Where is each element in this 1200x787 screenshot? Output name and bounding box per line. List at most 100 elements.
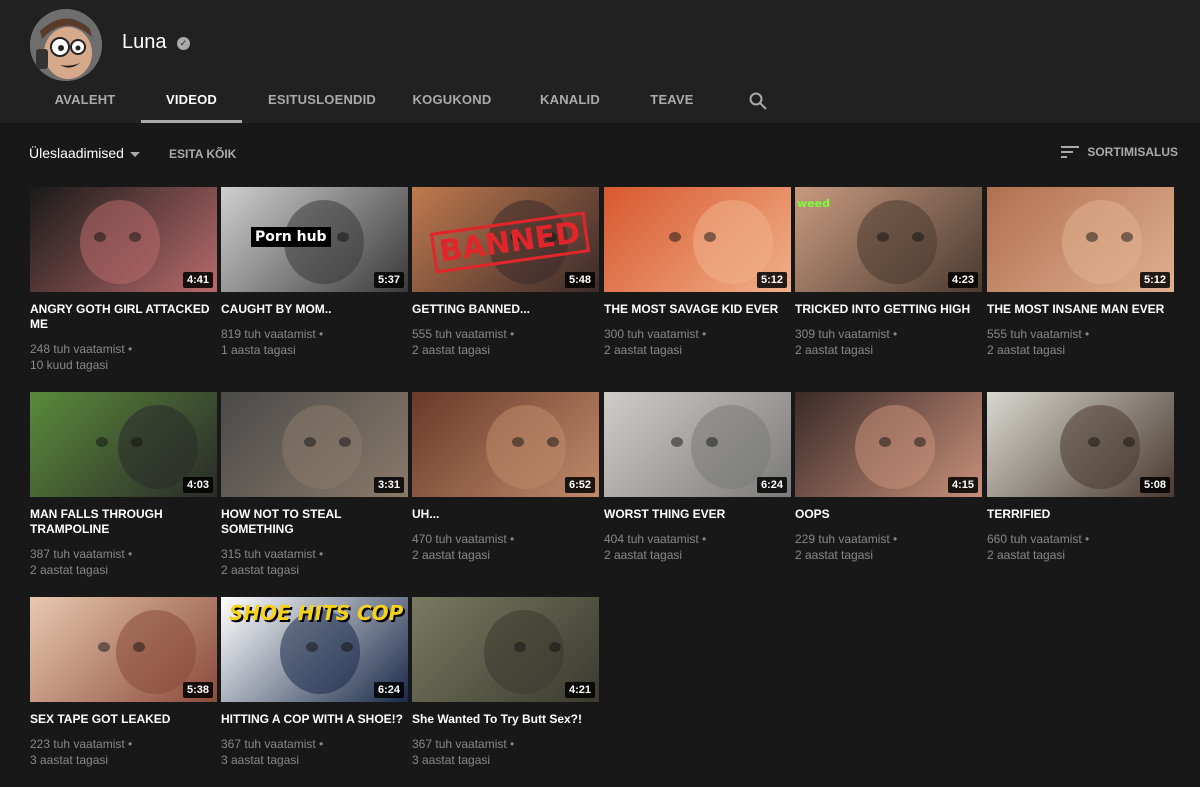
video-views: 367 tuh vaatamist •: [221, 737, 324, 751]
video-title[interactable]: UH...: [412, 507, 599, 522]
video-age: 2 aastat tagasi: [987, 548, 1066, 562]
video-duration: 5:12: [1139, 272, 1170, 288]
video-thumbnail[interactable]: 5:38: [30, 597, 217, 702]
video-title[interactable]: OOPS: [795, 507, 982, 522]
channel-avatar[interactable]: [30, 9, 102, 81]
video-title[interactable]: THE MOST INSANE MAN EVER: [987, 302, 1174, 317]
search-icon[interactable]: [748, 91, 768, 111]
video-duration: 4:21: [564, 682, 595, 698]
tab-kogukond[interactable]: KOGUKOND: [402, 78, 502, 123]
video-views: 300 tuh vaatamist •: [604, 327, 707, 341]
sort-dropdown-label: Üleslaadimised: [29, 145, 124, 161]
sort-bar: Üleslaadimised ESITA KÕIK SORTIMISALUS: [0, 135, 1200, 175]
video-age: 3 aastat tagasi: [30, 753, 109, 767]
video-thumbnail[interactable]: 4:21: [412, 597, 599, 702]
video-views: 229 tuh vaatamist •: [795, 532, 898, 546]
video-thumbnail[interactable]: 6:52: [412, 392, 599, 497]
video-age: 3 aastat tagasi: [221, 753, 300, 767]
video-card[interactable]: Porn hub 5:37 CAUGHT BY MOM.. 819 tuh vaata…: [221, 187, 408, 358]
video-card[interactable]: 5:12 THE MOST SAVAGE KID EVER 300 tuh vaat…: [604, 187, 791, 358]
video-age: 2 aastat tagasi: [987, 343, 1066, 357]
video-card[interactable]: 4:03 MAN FALLS THROUGH TRAMPOLINE 387 tuh …: [30, 392, 217, 578]
video-meta: 315 tuh vaatamist • 2 aastat tagasi: [221, 546, 408, 578]
video-thumbnail[interactable]: BANNED 5:48: [412, 187, 599, 292]
video-thumbnail[interactable]: 4:41: [30, 187, 217, 292]
video-title[interactable]: CAUGHT BY MOM..: [221, 302, 408, 317]
video-card[interactable]: 4:15 OOPS 229 tuh vaatamist • 2 aastat taga…: [795, 392, 982, 563]
video-title[interactable]: TRICKED INTO GETTING HIGH: [795, 302, 982, 317]
video-duration: 4:41: [182, 272, 213, 288]
video-thumbnail[interactable]: 5:12: [987, 187, 1174, 292]
video-duration: 4:15: [947, 477, 978, 493]
video-views: 555 tuh vaatamist •: [412, 327, 515, 341]
video-card[interactable]: 5:38 SEX TAPE GOT LEAKED 223 tuh vaatamist…: [30, 597, 217, 768]
video-card[interactable]: 3:31 HOW NOT TO STEAL SOMETHING 315 tuh va…: [221, 392, 408, 578]
channel-header: Luna ✓ AVALEHT VIDEOD ESITUSLOENDID KOGU…: [0, 0, 1200, 123]
video-meta: 387 tuh vaatamist • 2 aastat tagasi: [30, 546, 217, 578]
video-meta: 819 tuh vaatamist • 1 aasta tagasi: [221, 326, 408, 358]
tab-esitusloendid[interactable]: ESITUSLOENDID: [252, 78, 392, 123]
video-meta: 660 tuh vaatamist • 2 aastat tagasi: [987, 531, 1174, 563]
video-thumbnail[interactable]: 4:03: [30, 392, 217, 497]
video-age: 2 aastat tagasi: [604, 343, 683, 357]
tab-videod[interactable]: VIDEOD: [141, 78, 242, 123]
video-thumbnail[interactable]: 6:24: [604, 392, 791, 497]
caret-down-icon: [129, 151, 140, 157]
video-card[interactable]: 5:12 THE MOST INSANE MAN EVER 555 tuh vaat…: [987, 187, 1174, 358]
video-card[interactable]: 6:52 UH... 470 tuh vaatamist • 2 aastat tag…: [412, 392, 599, 563]
video-meta: 223 tuh vaatamist • 3 aastat tagasi: [30, 736, 217, 768]
video-views: 223 tuh vaatamist •: [30, 737, 133, 751]
video-card[interactable]: BANNED 5:48 GETTING BANNED... 555 tuh vaata…: [412, 187, 599, 358]
video-title[interactable]: SEX TAPE GOT LEAKED: [30, 712, 217, 727]
video-title[interactable]: She Wanted To Try Butt Sex?!: [412, 712, 599, 727]
video-title[interactable]: THE MOST SAVAGE KID EVER: [604, 302, 791, 317]
video-card[interactable]: 5:08 TERRIFIED 660 tuh vaatamist • 2 aastat…: [987, 392, 1174, 563]
video-duration: 6:24: [373, 682, 404, 698]
video-meta: 555 tuh vaatamist • 2 aastat tagasi: [412, 326, 599, 358]
video-card[interactable]: SHOE HITS COP 6:24 HITTING A COP WITH A SH…: [221, 597, 408, 768]
sort-by-button[interactable]: SORTIMISALUS: [1061, 145, 1178, 159]
video-title[interactable]: MAN FALLS THROUGH TRAMPOLINE: [30, 507, 217, 537]
video-thumbnail[interactable]: 5:08: [987, 392, 1174, 497]
video-meta: 248 tuh vaatamist • 10 kuud tagasi: [30, 341, 217, 373]
tab-avaleht[interactable]: AVALEHT: [30, 78, 140, 123]
video-views: 309 tuh vaatamist •: [795, 327, 898, 341]
video-views: 819 tuh vaatamist •: [221, 327, 324, 341]
video-thumbnail[interactable]: weed 4:23: [795, 187, 982, 292]
video-thumbnail[interactable]: 4:15: [795, 392, 982, 497]
video-meta: 367 tuh vaatamist • 3 aastat tagasi: [221, 736, 408, 768]
video-title[interactable]: HOW NOT TO STEAL SOMETHING: [221, 507, 408, 537]
sort-icon: [1061, 146, 1080, 158]
video-card[interactable]: 4:21 She Wanted To Try Butt Sex?! 367 tuh …: [412, 597, 599, 768]
video-meta: 367 tuh vaatamist • 3 aastat tagasi: [412, 736, 599, 768]
video-views: 660 tuh vaatamist •: [987, 532, 1090, 546]
video-thumbnail[interactable]: 3:31: [221, 392, 408, 497]
tab-kanalid[interactable]: KANALID: [528, 78, 612, 123]
video-duration: 6:52: [564, 477, 595, 493]
video-views: 367 tuh vaatamist •: [412, 737, 515, 751]
video-card[interactable]: 6:24 WORST THING EVER 404 tuh vaatamist • 2…: [604, 392, 791, 563]
play-all-button[interactable]: ESITA KÕIK: [169, 147, 236, 161]
video-title[interactable]: ANGRY GOTH GIRL ATTACKED ME: [30, 302, 217, 332]
video-views: 315 tuh vaatamist •: [221, 547, 324, 561]
video-title[interactable]: HITTING A COP WITH A SHOE!?: [221, 712, 408, 727]
video-meta: 229 tuh vaatamist • 2 aastat tagasi: [795, 531, 982, 563]
video-title[interactable]: WORST THING EVER: [604, 507, 791, 522]
video-title[interactable]: GETTING BANNED...: [412, 302, 599, 317]
video-thumbnail[interactable]: Porn hub 5:37: [221, 187, 408, 292]
video-duration: 5:38: [182, 682, 213, 698]
video-thumbnail[interactable]: 5:12: [604, 187, 791, 292]
video-meta: 300 tuh vaatamist • 2 aastat tagasi: [604, 326, 791, 358]
video-age: 2 aastat tagasi: [30, 563, 109, 577]
video-age: 3 aastat tagasi: [412, 753, 491, 767]
video-age: 2 aastat tagasi: [795, 548, 874, 562]
sort-dropdown[interactable]: Üleslaadimised: [29, 145, 140, 161]
video-thumbnail[interactable]: SHOE HITS COP 6:24: [221, 597, 408, 702]
video-title[interactable]: TERRIFIED: [987, 507, 1174, 522]
video-views: 555 tuh vaatamist •: [987, 327, 1090, 341]
tab-teave[interactable]: TEAVE: [638, 78, 706, 123]
video-card[interactable]: 4:41 ANGRY GOTH GIRL ATTACKED ME 248 tuh v…: [30, 187, 217, 373]
video-card[interactable]: weed 4:23 TRICKED INTO GETTING HIGH 309 tuh…: [795, 187, 982, 358]
video-duration: 4:23: [947, 272, 978, 288]
video-duration: 5:48: [564, 272, 595, 288]
